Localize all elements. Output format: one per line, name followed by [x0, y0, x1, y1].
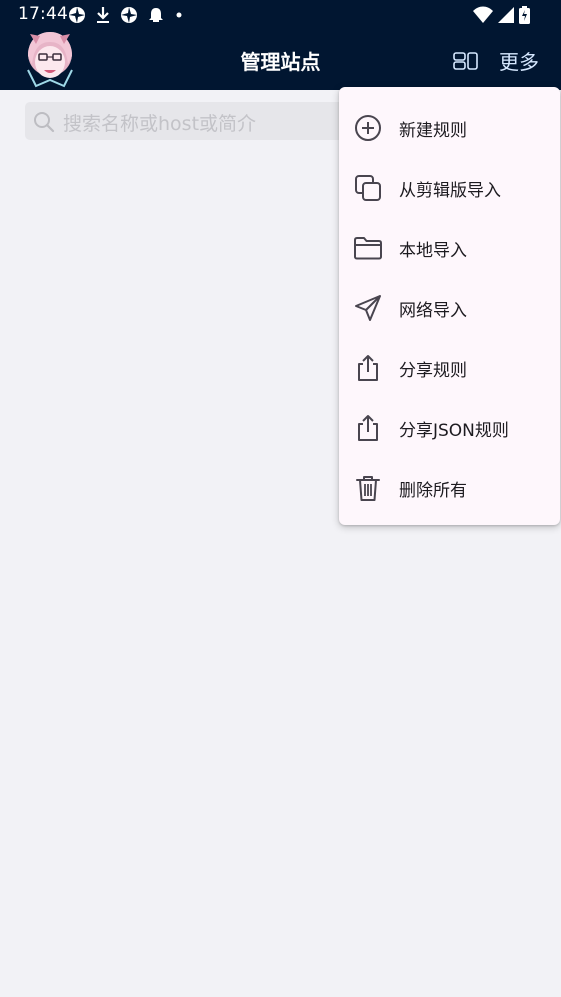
wifi-icon — [473, 6, 493, 23]
more-button[interactable]: 更多 — [499, 46, 539, 75]
menu-item-import-clipboard[interactable]: 从剪辑版导入 — [339, 157, 560, 217]
menu-item-label: 分享规则 — [399, 361, 467, 381]
menu-item-new-rule[interactable]: 新建规则 — [339, 97, 560, 157]
app-bar: 管理站点 更多 — [0, 30, 561, 90]
ghost-icon — [149, 8, 163, 22]
status-time: 17:44 — [18, 4, 68, 24]
share-icon — [358, 355, 378, 381]
more-menu: 新建规则 从剪辑版导入 本地导入 网络导入 分享规则 分享JSON规则 删除所有 — [339, 87, 560, 525]
menu-item-label: 本地导入 — [399, 241, 467, 261]
dot-icon — [176, 12, 182, 18]
system-icons — [473, 5, 530, 25]
search-placeholder: 搜索名称或host或简介 — [63, 113, 257, 135]
send-icon — [355, 295, 381, 321]
menu-item-delete-all[interactable]: 删除所有 — [339, 457, 560, 517]
notification-icons — [68, 5, 184, 25]
share-icon — [358, 415, 378, 441]
signal-icon — [498, 7, 514, 23]
trash-icon — [356, 476, 380, 501]
menu-item-label: 从剪辑版导入 — [399, 181, 501, 201]
menu-item-label: 删除所有 — [399, 481, 467, 501]
battery-icon — [519, 6, 530, 24]
aperture-icon — [69, 7, 85, 23]
add-circle-icon — [355, 115, 381, 141]
aperture-icon — [121, 7, 137, 23]
menu-item-label: 网络导入 — [399, 301, 467, 321]
menu-item-label: 分享JSON规则 — [399, 421, 509, 441]
layout-toggle-icon[interactable] — [451, 48, 481, 74]
menu-item-network-import[interactable]: 网络导入 — [339, 277, 560, 337]
menu-item-local-import[interactable]: 本地导入 — [339, 217, 560, 277]
menu-item-share-json-rule[interactable]: 分享JSON规则 — [339, 397, 560, 457]
search-icon — [34, 112, 55, 133]
menu-item-label: 新建规则 — [399, 121, 467, 141]
status-bar: 17:44 — [0, 0, 561, 30]
folder-icon — [354, 237, 382, 260]
menu-item-share-rule[interactable]: 分享规则 — [339, 337, 560, 397]
download-icon — [97, 7, 109, 23]
copy-icon — [355, 175, 381, 201]
